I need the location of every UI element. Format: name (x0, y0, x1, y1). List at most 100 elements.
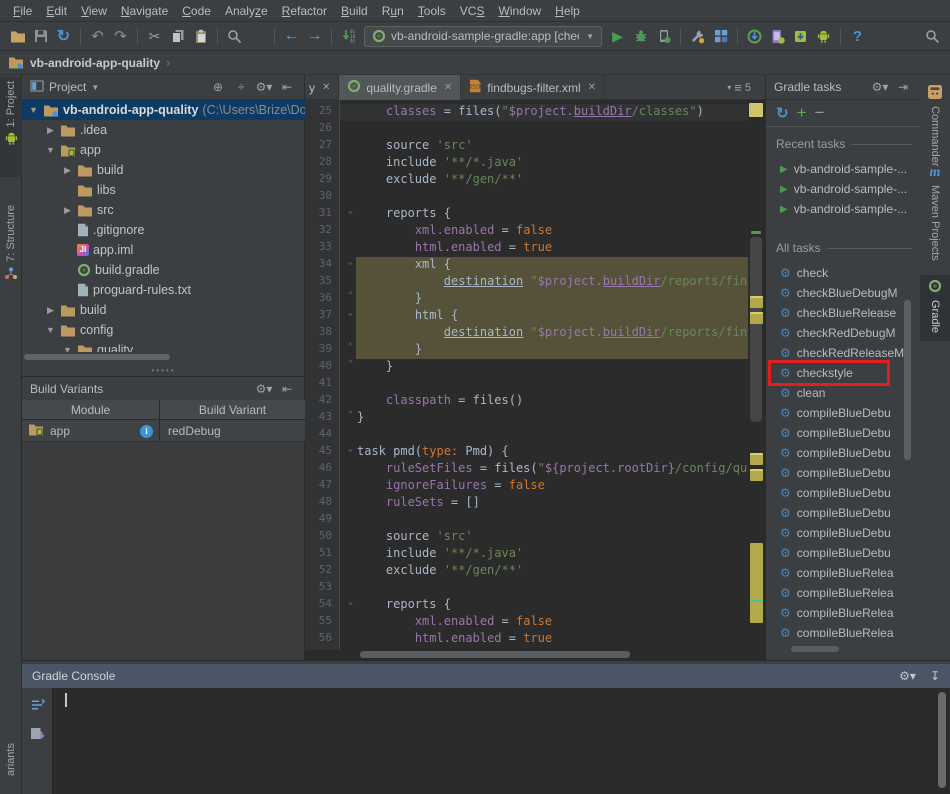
column-module[interactable]: Module (22, 400, 160, 419)
stripe-mark[interactable] (750, 543, 763, 623)
settings-icon[interactable]: ⚙▾ (255, 80, 273, 94)
hide-left-icon[interactable]: ⇤ (278, 382, 296, 396)
task-checkbluerelease[interactable]: ⚙checkBlueRelease (766, 303, 916, 323)
menu-item-analyze[interactable]: Analyze (218, 2, 275, 20)
tool-button-gradle[interactable]: Gradle (920, 275, 950, 341)
undo-icon[interactable]: ↶ (86, 25, 109, 48)
settings-icon[interactable]: ⚙▾ (255, 382, 273, 396)
help-icon[interactable]: ? (846, 25, 869, 48)
settings-icon[interactable]: ⚙▾ (871, 80, 889, 94)
close-icon[interactable]: ✕ (588, 82, 596, 93)
debug-icon[interactable] (629, 25, 652, 48)
task-compilebluerelea[interactable]: ⚙compileBlueRelea (766, 603, 916, 623)
remove-icon[interactable]: − (815, 103, 825, 123)
locate-icon[interactable]: ⊕ (209, 80, 227, 94)
tree-item-build-gradle[interactable]: build.gradle (22, 260, 305, 280)
toggle-mode-icon[interactable] (29, 698, 46, 715)
add-icon[interactable]: + (797, 103, 807, 123)
recent-task[interactable]: ▶vb-android-sample-... (766, 179, 916, 199)
recent-task[interactable]: ▶vb-android-sample-... (766, 199, 916, 219)
console-vscrollbar[interactable] (938, 692, 946, 788)
gradle-panel-vscrollbar[interactable] (904, 300, 911, 460)
run-icon[interactable]: ▶ (606, 25, 629, 48)
tab-findbugs-filter[interactable]: </> findbugs-filter.xml✕ (461, 75, 605, 100)
tree-item-libs[interactable]: libs (22, 180, 305, 200)
tree-collapsed-arrow-icon[interactable]: ▶ (45, 125, 56, 136)
tool-button-build-variants[interactable]: ariants (0, 743, 22, 793)
paste-icon[interactable] (189, 25, 212, 48)
project-panel-title[interactable]: Project (49, 80, 86, 94)
tree-item-quality[interactable]: ▼quality (22, 340, 305, 352)
close-icon[interactable]: ✕ (444, 82, 452, 93)
tree-expanded-arrow-icon[interactable]: ▼ (62, 345, 73, 352)
gradle-panel-hscrollbar[interactable] (791, 646, 839, 652)
task-checkbluedebugm[interactable]: ⚙checkBlueDebugM (766, 283, 916, 303)
build-variant-row[interactable]: app i redDebug (22, 420, 305, 442)
stripe-mark[interactable] (750, 296, 763, 308)
open-icon[interactable] (6, 25, 29, 48)
run-config-select[interactable]: vb-android-sample-gradle:app [check] ▼ (364, 26, 602, 47)
column-build-variant[interactable]: Build Variant (160, 400, 305, 419)
console-output[interactable] (52, 688, 950, 794)
variant-name[interactable]: redDebug (160, 424, 221, 438)
save-icon[interactable] (29, 25, 52, 48)
sdk-manager-icon[interactable] (789, 25, 812, 48)
tree-collapsed-arrow-icon[interactable]: ▶ (62, 165, 73, 176)
tool-button-project[interactable]: 1: Project (0, 77, 22, 177)
refresh-icon[interactable]: ↻ (776, 104, 789, 122)
project-tree-hscrollbar[interactable] (24, 354, 170, 360)
task-compilebluedebu[interactable]: ⚙compileBlueDebu (766, 423, 916, 443)
tab-quality-gradle[interactable]: quality.gradle✕ (339, 75, 461, 100)
chevron-down-icon[interactable]: ▼ (91, 83, 99, 92)
tree-expanded-arrow-icon[interactable]: ▼ (45, 325, 56, 335)
dock-icon[interactable]: ↧ (930, 669, 940, 683)
sync-icon[interactable]: ↻ (52, 25, 75, 48)
recent-task[interactable]: ▶vb-android-sample-... (766, 159, 916, 179)
compact-icon[interactable]: ÷ (232, 80, 250, 94)
task-compilebluedebu[interactable]: ⚙compileBlueDebu (766, 403, 916, 423)
tool-button-structure[interactable]: 7: Structure (0, 205, 22, 283)
menu-item-view[interactable]: View (74, 2, 114, 20)
avd-manager-icon[interactable] (766, 25, 789, 48)
task-compilebluedebu[interactable]: ⚙compileBlueDebu (766, 543, 916, 563)
menu-item-build[interactable]: Build (334, 2, 375, 20)
task-compilebluedebu[interactable]: ⚙compileBlueDebu (766, 523, 916, 543)
tool-button-commander[interactable]: Commander (920, 85, 950, 167)
tree-item-app[interactable]: ▼app (22, 140, 305, 160)
redo-icon[interactable]: ↷ (109, 25, 132, 48)
task-clean[interactable]: ⚙clean (766, 383, 916, 403)
menu-item-file[interactable]: File (6, 2, 39, 20)
sync-project-icon[interactable] (743, 25, 766, 48)
menu-item-run[interactable]: Run (375, 2, 411, 20)
project-structure-icon[interactable] (709, 25, 732, 48)
tree-item-src[interactable]: ▶src (22, 200, 305, 220)
stripe-mark[interactable] (750, 469, 763, 481)
menu-item-edit[interactable]: Edit (39, 2, 74, 20)
gradle-sync-icon[interactable] (686, 25, 709, 48)
task-compilebluedebu[interactable]: ⚙compileBlueDebu (766, 483, 916, 503)
copy-icon[interactable] (166, 25, 189, 48)
find-usages-icon[interactable] (246, 25, 269, 48)
tree-expanded-arrow-icon[interactable]: ▼ (28, 105, 39, 115)
menu-item-code[interactable]: Code (175, 2, 218, 20)
editor-vscrollbar[interactable] (750, 237, 762, 422)
stripe-mark[interactable] (749, 103, 763, 117)
forward-icon[interactable]: → (303, 25, 326, 48)
tree-item-proguard-rules-txt[interactable]: proguard-rules.txt (22, 280, 305, 300)
task-compilebluerelea[interactable]: ⚙compileBlueRelea (766, 623, 916, 637)
hide-left-icon[interactable]: ⇤ (278, 80, 296, 94)
breadcrumb-project[interactable]: vb-android-app-quality (30, 56, 160, 70)
menu-item-refactor[interactable]: Refactor (275, 2, 334, 20)
task-compilebluedebu[interactable]: ⚙compileBlueDebu (766, 463, 916, 483)
find-icon[interactable] (223, 25, 246, 48)
back-icon[interactable]: ← (280, 25, 303, 48)
attach-debugger-icon[interactable] (652, 25, 675, 48)
menu-item-tools[interactable]: Tools (411, 2, 453, 20)
task-compilebluedebu[interactable]: ⚙compileBlueDebu (766, 503, 916, 523)
tool-button-maven[interactable]: m Maven Projects (920, 165, 950, 261)
tree-collapsed-arrow-icon[interactable]: ▶ (45, 305, 56, 316)
task-compilebluerelea[interactable]: ⚙compileBlueRelea (766, 563, 916, 583)
hide-right-icon[interactable]: ⇥ (894, 80, 912, 94)
info-icon[interactable]: i (140, 423, 153, 438)
tree-collapsed-arrow-icon[interactable]: ▶ (62, 205, 73, 216)
